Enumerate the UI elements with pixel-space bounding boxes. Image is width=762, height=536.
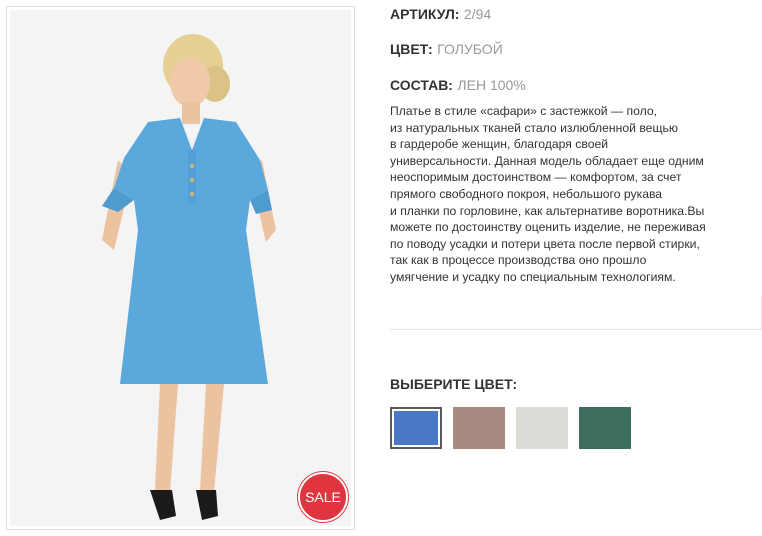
color-swatch-blue[interactable] bbox=[390, 407, 442, 449]
composition-row: СОСТАВ: ЛЕН 100% bbox=[390, 77, 526, 94]
color-swatch-taupe[interactable] bbox=[453, 407, 505, 449]
color-swatches bbox=[390, 407, 642, 449]
article-row: АРТИКУЛ: 2/94 bbox=[390, 6, 491, 23]
swatch-fill bbox=[579, 407, 631, 449]
sale-badge-label: SALE bbox=[305, 489, 341, 505]
color-row: ЦВЕТ: ГОЛУБОЙ bbox=[390, 41, 503, 58]
composition-value: ЛЕН 100% bbox=[457, 77, 526, 93]
swatch-fill bbox=[394, 411, 438, 445]
product-photo-frame[interactable]: SALE bbox=[6, 6, 355, 530]
article-label: АРТИКУЛ: bbox=[390, 6, 460, 22]
description-line: универсальности. Данная модель обладает … bbox=[390, 153, 704, 168]
description-line: умягчение и усадку по специальным технол… bbox=[390, 269, 676, 284]
product-photo[interactable] bbox=[10, 10, 351, 526]
section-divider bbox=[390, 329, 762, 330]
description-line: так как в процессе производства оно прош… bbox=[390, 253, 647, 268]
color-value: ГОЛУБОЙ bbox=[437, 41, 503, 57]
description-line: и планки по горловине, как альтернативе … bbox=[390, 203, 705, 218]
composition-label: СОСТАВ: bbox=[390, 77, 453, 93]
description-line: из натуральных тканей стало излюбленной … bbox=[390, 120, 678, 135]
description-line: по поводу усадки и потери цвета после пе… bbox=[390, 236, 700, 251]
color-label: ЦВЕТ: bbox=[390, 41, 433, 57]
description-line: можете по достоинству оценить изделие, н… bbox=[390, 220, 706, 235]
description-line: Платье в стиле «сафари» с застежкой — по… bbox=[390, 104, 658, 118]
swatch-fill bbox=[516, 407, 568, 449]
article-value: 2/94 bbox=[463, 6, 492, 22]
color-swatch-green[interactable] bbox=[579, 407, 631, 449]
sale-badge: SALE bbox=[298, 472, 348, 522]
description-line: прямого свободного покроя, небольшого ру… bbox=[390, 186, 663, 201]
color-swatch-light-gray[interactable] bbox=[516, 407, 568, 449]
swatch-fill bbox=[453, 407, 505, 449]
product-description: Платье в стиле «сафари» с застежкой — по… bbox=[390, 103, 760, 286]
model-in-dress-illustration bbox=[10, 10, 351, 526]
description-line: неоспоримым достоинством — комфортом, за… bbox=[390, 170, 682, 185]
choose-color-title: ВЫБЕРИТЕ ЦВЕТ: bbox=[390, 376, 518, 392]
description-line: в гардеробе женщин, благодаря своей bbox=[390, 137, 609, 152]
